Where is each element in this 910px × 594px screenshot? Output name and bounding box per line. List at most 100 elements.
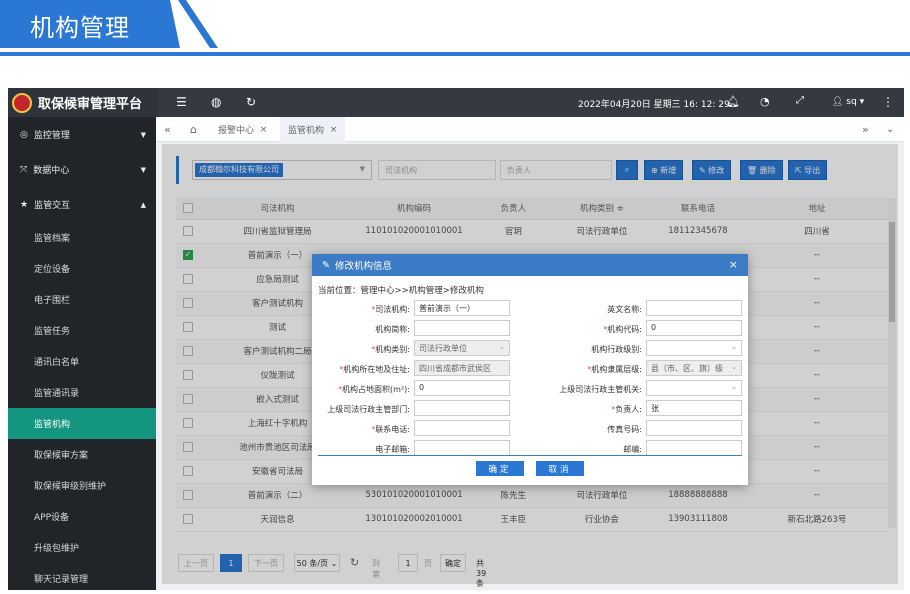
sidebar-item-label: 聊天记录管理 [34, 575, 89, 585]
field-label-text: 英文名称: [607, 305, 642, 314]
home-icon[interactable]: ⌂ [190, 117, 197, 142]
datetime-display: 2022年04月20日 星期三 16: 12: 29 [578, 100, 730, 110]
emblem-icon [12, 92, 32, 113]
dashboard-icon[interactable]: ◔ [760, 95, 770, 108]
sidebar-item-label: 监管通讯录 [34, 389, 80, 399]
field-select[interactable]: ⌄ [646, 340, 742, 356]
sidebar-item[interactable]: 通讯白名单 [8, 346, 156, 377]
field-label: 邮编: [548, 444, 642, 455]
form-row: 传真号码: [312, 420, 748, 438]
sidebar-item[interactable]: 聊天记录管理 [8, 563, 156, 594]
sidebar-item-label: 数据中心 [33, 166, 70, 176]
field-label-text: 机构行政级别: [591, 345, 642, 354]
edit-org-modal: ✎ 修改机构信息 × 当前位置：管理中心>>机构管理>修改机构 *司法机构: 普前… [312, 254, 748, 485]
field-select[interactable]: 县（市、区、旗）级 ⌄ [646, 360, 742, 376]
field-label-text: 机构隶属层级: [591, 365, 642, 374]
sidebar-item-label: 取保候审级别维护 [34, 482, 107, 492]
sidebar-item-label: 监控管理 [33, 131, 70, 141]
sidebar-item-label: 电子围栏 [34, 296, 71, 306]
form-row: *机构代码: 0 [312, 320, 748, 338]
user-menu[interactable]: 👤︎ sq ▾ [832, 97, 864, 107]
caret-icon: ▼ [140, 165, 146, 174]
sidebar-item[interactable]: 取保候审方案 [8, 439, 156, 470]
close-icon[interactable]: × [260, 125, 268, 135]
close-icon[interactable]: × [729, 258, 738, 271]
sidebar-item-label: 升级包维护 [34, 544, 80, 554]
tab-bar: « ⌂ 报警中心 × 监管机构 × » ⌄ [156, 117, 904, 142]
sidebar-item[interactable]: 电子围栏 [8, 284, 156, 315]
sidebar-item-label: 定位设备 [34, 265, 71, 275]
fullscreen-icon[interactable]: ⤢ [796, 95, 804, 106]
field-label-text: 上级司法行政主管机关: [559, 385, 642, 394]
ok-button[interactable]: 确定 [476, 461, 524, 476]
sidebar-item-label: 取保候审方案 [34, 451, 89, 461]
sidebar-item-label: 监管机构 [34, 420, 71, 430]
form-row: *负责人: 张 [312, 400, 748, 418]
sidebar: ◎ 监控管理 ▼ ⤧ 数据中心 ▼ ★ 监管交互 ▲ 监管档案 定位设备 电子围栏 监管任务 通讯白名单监… [8, 117, 156, 590]
sidebar-item-label: APP设备 [34, 513, 70, 523]
sidebar-item[interactable]: 升级包维护 [8, 532, 156, 563]
field-label-text: 负责人: [615, 405, 642, 414]
app-logo: 取保候审管理平台 [8, 88, 158, 117]
tab-supervision-org[interactable]: 监管机构 × [280, 117, 346, 142]
modal-divider [318, 455, 742, 456]
form-row: 机构行政级别: ⌄ [312, 340, 748, 358]
tabs-scroll-left-icon[interactable]: « [164, 117, 171, 142]
menu-icon: ★ [20, 199, 29, 210]
chevron-down-icon: ⌄ [731, 343, 737, 351]
sidebar-item-label: 监管任务 [34, 327, 71, 337]
globe-icon[interactable]: ◍ [211, 95, 221, 109]
field-input[interactable] [646, 440, 742, 456]
sidebar-item[interactable]: 监管通讯录 [8, 377, 156, 408]
refresh-icon[interactable]: ↻ [246, 95, 256, 109]
page-banner: 机构管理 [0, 0, 910, 60]
modal-header: ✎ 修改机构信息 × [312, 254, 748, 276]
modal-breadcrumb: 当前位置：管理中心>>机构管理>修改机构 [318, 286, 484, 296]
banner-underline [0, 52, 910, 56]
chevron-down-icon: ⌄ [731, 363, 737, 371]
sidebar-item[interactable]: 取保候审级别维护 [8, 470, 156, 501]
sidebar-item-label: 监管档案 [34, 234, 71, 244]
field-label: 英文名称: [548, 304, 642, 315]
sidebar-item[interactable]: 监管机构 [8, 408, 156, 439]
sidebar-item[interactable]: ◎ 监控管理 ▼ [8, 117, 156, 152]
modal-title: 修改机构信息 [334, 261, 392, 272]
chevron-down-icon: ⌄ [731, 383, 737, 391]
cancel-button[interactable]: 取消 [536, 461, 584, 476]
sidebar-item[interactable]: ⤧ 数据中心 ▼ [8, 152, 156, 187]
more-icon[interactable]: ⋮ [882, 95, 894, 109]
sidebar-item[interactable]: 监管档案 [8, 222, 156, 253]
field-label: *机构隶属层级: [548, 364, 642, 375]
sidebar-item-label: 通讯白名单 [34, 358, 80, 368]
menu-icon: ◎ [20, 129, 28, 140]
field-value: 0 [651, 323, 657, 332]
caret-icon: ▲ [140, 200, 146, 209]
sidebar-item[interactable]: ★ 监管交互 ▲ [8, 187, 156, 222]
field-select[interactable]: ⌄ [646, 380, 742, 396]
edit-icon: ✎ [322, 259, 330, 271]
tab-label: 监管机构 [288, 126, 325, 136]
field-input[interactable]: 0 [646, 320, 742, 336]
field-input[interactable] [646, 420, 742, 436]
menu-toggle-icon[interactable]: ☰ [176, 95, 187, 109]
tabs-scroll-right-icon[interactable]: » [862, 117, 869, 142]
sidebar-item-label: 监管交互 [34, 201, 71, 211]
field-label-text: 传真号码: [607, 425, 642, 434]
bell-icon[interactable]: 🔔︎ [726, 95, 740, 108]
sidebar-item[interactable]: 定位设备 [8, 253, 156, 284]
banner-stripe [178, 0, 218, 48]
top-bar: 取保候审管理平台 ☰ ◍ ↻ 2022年04月20日 星期三 16: 12: 2… [8, 88, 904, 117]
banner-title: 机构管理 [30, 14, 130, 42]
tabs-dropdown-icon[interactable]: ⌄ [886, 117, 894, 142]
field-label: *机构代码: [548, 324, 642, 335]
user-name: sq [846, 97, 857, 107]
close-icon[interactable]: × [330, 125, 338, 135]
sidebar-item[interactable]: APP设备 [8, 501, 156, 532]
app-name: 取保候审管理平台 [38, 97, 143, 112]
field-value: 县（市、区、旗）级 [651, 364, 723, 373]
field-input[interactable] [646, 300, 742, 316]
sidebar-item[interactable]: 监管任务 [8, 315, 156, 346]
field-input[interactable]: 张 [646, 400, 742, 416]
tab-alarm-center[interactable]: 报警中心 × [218, 117, 267, 142]
caret-icon: ▼ [140, 130, 146, 139]
